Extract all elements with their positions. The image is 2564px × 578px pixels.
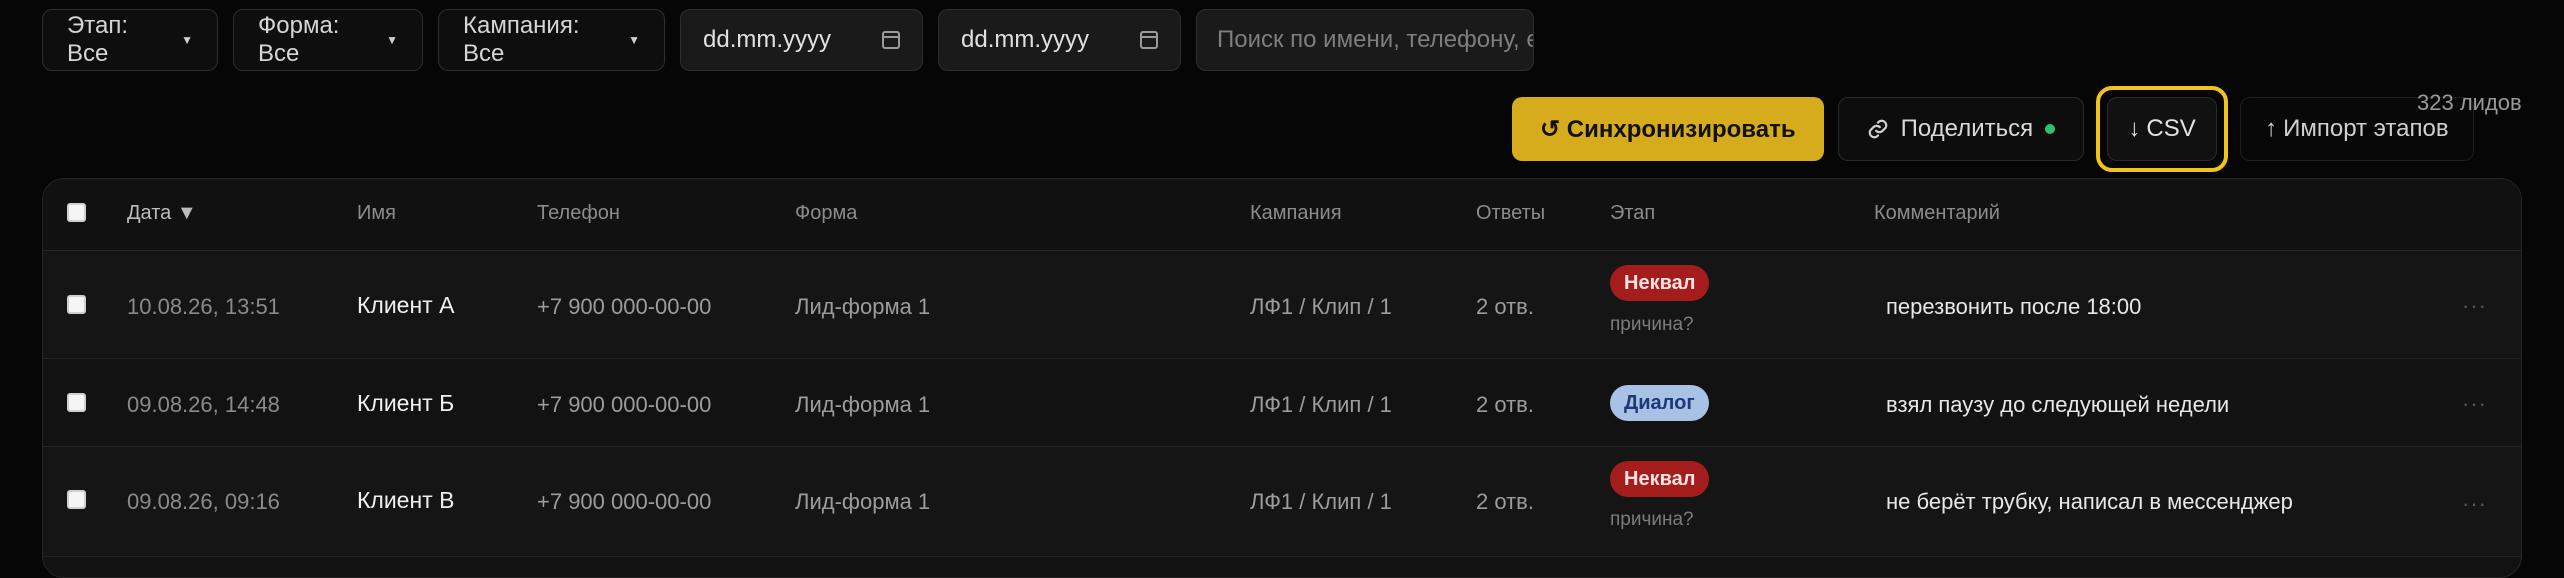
date-to-value: dd.mm.yyyy [961, 26, 1090, 53]
row-checkbox[interactable] [67, 295, 86, 314]
column-header-answers[interactable]: Ответы [1476, 202, 1545, 225]
column-header-stage[interactable]: Этап [1610, 202, 1655, 225]
row-campaign: ЛФ1 / Клип / 1 [1250, 294, 1392, 319]
table-row[interactable]: 09.08.26, 14:48 Клиент Б +7 900 000-00-0… [43, 359, 2521, 447]
row-date: 10.08.26, 13:51 [127, 294, 280, 319]
column-header-form[interactable]: Форма [795, 202, 857, 225]
row-form: Лид-форма 1 [795, 294, 931, 319]
column-header-comment[interactable]: Комментарий [1874, 202, 2000, 225]
download-arrow-icon: ↓ [2128, 115, 2141, 142]
calendar-icon[interactable] [1140, 31, 1158, 49]
caret-down-icon: ▼ [386, 33, 398, 47]
select-all-checkbox[interactable] [67, 203, 86, 222]
form-filter-dropdown[interactable]: Форма: Все ▼ [233, 9, 423, 71]
filter-bar: Этап: Все ▼ Форма: Все ▼ Кампания: Все ▼… [42, 9, 1534, 71]
calendar-icon[interactable] [882, 31, 900, 49]
caret-down-icon: ▼ [628, 33, 640, 47]
lead-count: 323 лидов [2417, 90, 2522, 115]
share-button[interactable]: Поделиться [1837, 97, 2085, 161]
import-button-label: Импорт этапов [2283, 115, 2449, 142]
table-row[interactable]: 09.08.26, 09:16 Клиент В +7 900 000-00-0… [43, 447, 2521, 557]
form-filter-label: Форма: Все [258, 12, 340, 67]
more-options-icon[interactable]: ··· [2462, 491, 2487, 517]
row-phone: +7 900 000-00-00 [537, 294, 712, 319]
row-checkbox[interactable] [67, 393, 86, 412]
row-phone: +7 900 000-00-00 [537, 392, 712, 417]
date-from-value: dd.mm.yyyy [703, 26, 832, 53]
date-from-input[interactable]: dd.mm.yyyy [680, 9, 923, 71]
row-comment[interactable]: взял паузу до следующей недели [1886, 392, 2229, 418]
sync-button-label: ↺ Синхронизировать [1540, 115, 1796, 143]
status-dot [2045, 124, 2056, 134]
row-form: Лид-форма 1 [795, 489, 931, 514]
row-campaign: ЛФ1 / Клип / 1 [1250, 489, 1392, 514]
row-checkbox[interactable] [67, 490, 86, 509]
sync-button[interactable]: ↺ Синхронизировать [1512, 97, 1824, 161]
share-button-label: Поделиться [1900, 115, 2034, 142]
more-options-icon[interactable]: ··· [2462, 293, 2487, 319]
link-icon [1868, 119, 1887, 139]
row-phone: +7 900 000-00-00 [537, 489, 712, 514]
row-answers[interactable]: 2 отв. [1476, 294, 1534, 320]
csv-button-label: CSV [2146, 115, 2196, 142]
row-name[interactable]: Клиент А [357, 292, 454, 319]
row-answers[interactable]: 2 отв. [1476, 392, 1534, 418]
reason-link[interactable]: причина? [1610, 314, 1694, 336]
table-header: Дата ▼ Имя Телефон Форма Кампания Ответы… [43, 179, 2521, 251]
column-header-phone[interactable]: Телефон [537, 202, 620, 225]
column-header-date[interactable]: Дата ▼ [127, 202, 197, 225]
column-header-campaign[interactable]: Кампания [1250, 202, 1342, 225]
stage-filter-label: Этап: Все [67, 12, 128, 67]
csv-export-button[interactable]: ↓ CSV [2107, 97, 2218, 161]
row-form: Лид-форма 1 [795, 392, 931, 417]
toolbar-actions: ↺ Синхронизировать Поделиться ↓ CSV ↑ Им… [1512, 86, 2474, 172]
column-header-name[interactable]: Имя [357, 202, 396, 225]
more-options-icon[interactable]: ··· [2462, 391, 2487, 417]
campaign-filter-dropdown[interactable]: Кампания: Все ▼ [438, 9, 665, 71]
row-date: 09.08.26, 09:16 [127, 489, 280, 514]
caret-down-icon: ▼ [181, 33, 193, 47]
table-row[interactable]: 10.08.26, 13:51 Клиент А +7 900 000-00-0… [43, 251, 2521, 359]
stage-badge[interactable]: Неквал [1610, 265, 1710, 301]
row-name[interactable]: Клиент Б [357, 390, 454, 417]
row-answers[interactable]: 2 отв. [1476, 489, 1534, 515]
stage-badge[interactable]: Диалог [1610, 385, 1709, 421]
upload-arrow-icon: ↑ [2265, 115, 2278, 142]
search-input[interactable]: Поиск по имени, телефону, e [1196, 9, 1534, 71]
campaign-filter-label: Кампания: Все [463, 12, 580, 67]
search-placeholder: Поиск по имени, телефону, e [1217, 26, 1534, 53]
row-name[interactable]: Клиент В [357, 487, 454, 514]
stage-badge[interactable]: Неквал [1610, 461, 1710, 497]
leads-table: Дата ▼ Имя Телефон Форма Кампания Ответы… [42, 178, 2522, 578]
row-campaign: ЛФ1 / Клип / 1 [1250, 392, 1392, 417]
date-to-input[interactable]: dd.mm.yyyy [938, 9, 1181, 71]
row-date: 09.08.26, 14:48 [127, 392, 280, 417]
stage-filter-dropdown[interactable]: Этап: Все ▼ [42, 9, 218, 71]
reason-link[interactable]: причина? [1610, 509, 1694, 531]
row-comment[interactable]: не берёт трубку, написал в мессенджер [1886, 489, 2293, 515]
csv-focus-ring: ↓ CSV [2096, 86, 2229, 172]
row-comment[interactable]: перезвонить после 18:00 [1886, 294, 2141, 320]
